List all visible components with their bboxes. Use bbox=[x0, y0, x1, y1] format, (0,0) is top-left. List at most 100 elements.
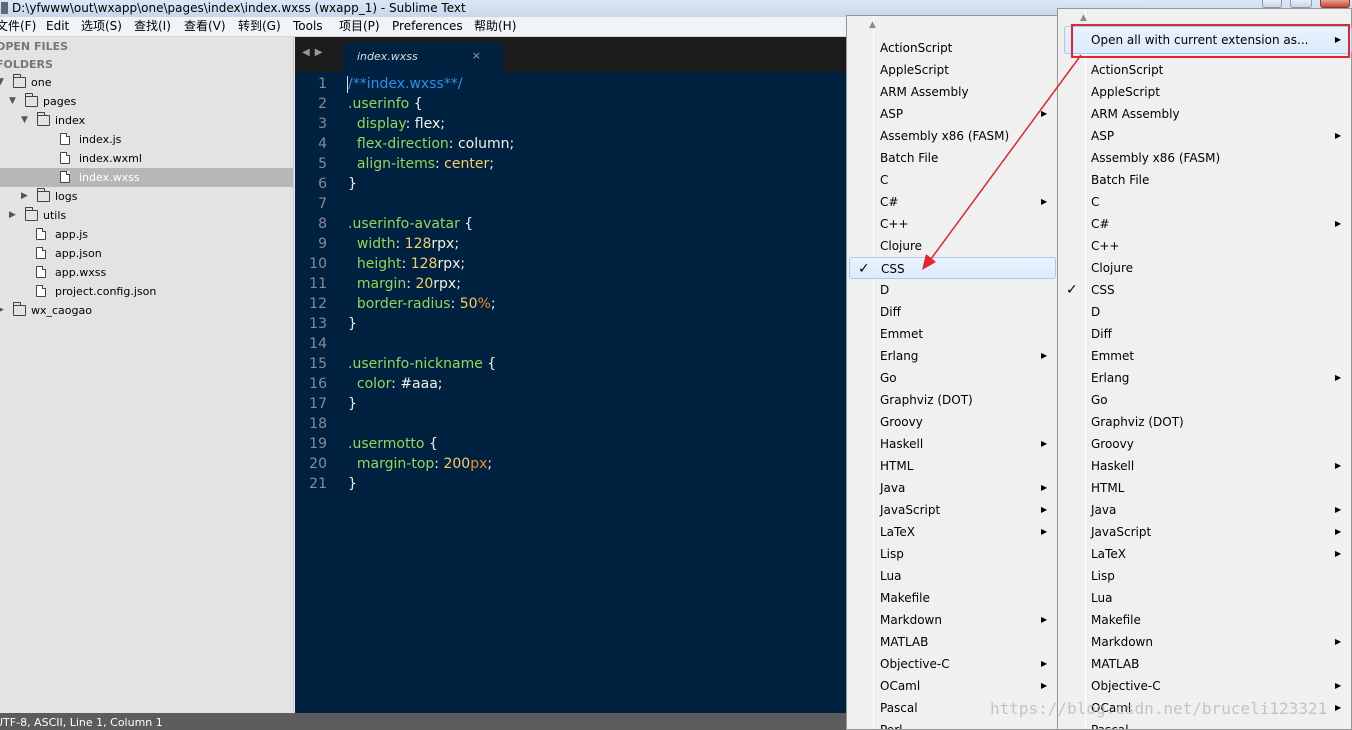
menu-item-html[interactable]: HTML bbox=[849, 455, 1056, 477]
menu-item-applescript[interactable]: AppleScript bbox=[849, 59, 1056, 81]
menu-item-diff[interactable]: Diff bbox=[849, 301, 1056, 323]
menu-item-asp[interactable]: ASP ▶ bbox=[1060, 125, 1349, 147]
menu-item-arm-assembly[interactable]: ARM Assembly bbox=[1060, 103, 1349, 125]
code-line[interactable]: margin-top: 200px; bbox=[348, 454, 492, 474]
menu-item-objective-c[interactable]: Objective-C ▶ bbox=[849, 653, 1056, 675]
collapse-arrow-icon[interactable]: ▶ bbox=[9, 206, 16, 225]
code-line[interactable]: .userinfo-nickname { bbox=[348, 354, 496, 374]
tab-nav-arrows-icon[interactable]: ◀▶ bbox=[302, 47, 327, 58]
collapse-arrow-icon[interactable]: ▶ bbox=[21, 187, 28, 206]
menu-item[interactable]: 转到(G) bbox=[238, 17, 281, 36]
menu-item-c[interactable]: C++ bbox=[1060, 235, 1349, 257]
menu-item-java[interactable]: Java ▶ bbox=[1060, 499, 1349, 521]
code-line[interactable]: .userinfo-avatar { bbox=[348, 214, 473, 234]
code-line[interactable]: border-radius: 50%; bbox=[348, 294, 496, 314]
code-line[interactable]: margin: 20rpx; bbox=[348, 274, 461, 294]
folder-item[interactable]: ▼ pages bbox=[0, 92, 293, 111]
menu-item-assembly-x86-fasm[interactable]: Assembly x86 (FASM) bbox=[1060, 147, 1349, 169]
menu-item-css[interactable]: ✓ CSS bbox=[849, 257, 1056, 279]
folder-item[interactable]: ▶ wx_caogao bbox=[0, 301, 293, 320]
expand-arrow-icon[interactable]: ▼ bbox=[9, 92, 16, 111]
folder-item[interactable]: ▼ one bbox=[0, 73, 293, 92]
menu-item[interactable]: 项目(P) bbox=[339, 17, 380, 36]
code-editor[interactable]: 1/**index.wxss**/2 .userinfo {3 display: … bbox=[295, 72, 847, 713]
menu-item-erlang[interactable]: Erlang ▶ bbox=[849, 345, 1056, 367]
menu-item-c[interactable]: C# ▶ bbox=[849, 191, 1056, 213]
menu-item-emmet[interactable]: Emmet bbox=[849, 323, 1056, 345]
file-item[interactable]: index.js bbox=[0, 130, 293, 149]
menu-item-lisp[interactable]: Lisp bbox=[1060, 565, 1349, 587]
code-line[interactable]: align-items: center; bbox=[348, 154, 494, 174]
file-item[interactable]: index.wxss bbox=[0, 168, 293, 187]
menu-item-c[interactable]: C# ▶ bbox=[1060, 213, 1349, 235]
menu-item-perl[interactable]: Perl bbox=[849, 719, 1056, 729]
menu-item-c[interactable]: C bbox=[849, 169, 1056, 191]
folder-item[interactable]: ▶ utils bbox=[0, 206, 293, 225]
menu-item-markdown[interactable]: Markdown ▶ bbox=[1060, 631, 1349, 653]
menu-item-go[interactable]: Go bbox=[1060, 389, 1349, 411]
code-line[interactable]: color: #aaa; bbox=[348, 374, 443, 394]
scroll-up-icon[interactable]: ▲ bbox=[1080, 13, 1087, 23]
menu-item-lisp[interactable]: Lisp bbox=[849, 543, 1056, 565]
collapse-arrow-icon[interactable]: ▶ bbox=[0, 301, 4, 320]
code-line[interactable]: /**index.wxss**/ bbox=[348, 74, 463, 94]
code-line[interactable]: display: flex; bbox=[348, 114, 445, 134]
menu-item-actionscript[interactable]: ActionScript bbox=[1060, 59, 1349, 81]
menu-item[interactable]: Edit bbox=[46, 17, 69, 36]
menu-item-html[interactable]: HTML bbox=[1060, 477, 1349, 499]
file-item[interactable]: app.json bbox=[0, 244, 293, 263]
code-line[interactable]: } bbox=[348, 394, 357, 414]
menu-item-groovy[interactable]: Groovy bbox=[1060, 433, 1349, 455]
menu-item-clojure[interactable]: Clojure bbox=[849, 235, 1056, 257]
menu-item-java[interactable]: Java ▶ bbox=[849, 477, 1056, 499]
menu-item[interactable]: 帮助(H) bbox=[474, 17, 516, 36]
expand-arrow-icon[interactable]: ▼ bbox=[21, 111, 28, 130]
menu-item-makefile[interactable]: Makefile bbox=[849, 587, 1056, 609]
menu-item-makefile[interactable]: Makefile bbox=[1060, 609, 1349, 631]
menu-item-css[interactable]: ✓ CSS bbox=[1060, 279, 1349, 301]
menu-item-graphviz-dot[interactable]: Graphviz (DOT) bbox=[849, 389, 1056, 411]
menu-item-c[interactable]: C++ bbox=[849, 213, 1056, 235]
code-line[interactable]: width: 128rpx; bbox=[348, 234, 459, 254]
scroll-up-icon[interactable]: ▲ bbox=[869, 20, 876, 30]
menu-item[interactable]: Tools bbox=[293, 17, 323, 36]
code-line[interactable]: } bbox=[348, 314, 357, 334]
menu-item-javascript[interactable]: JavaScript ▶ bbox=[1060, 521, 1349, 543]
menu-item-batch-file[interactable]: Batch File bbox=[1060, 169, 1349, 191]
menu-item-javascript[interactable]: JavaScript ▶ bbox=[849, 499, 1056, 521]
menu-item-applescript[interactable]: AppleScript bbox=[1060, 81, 1349, 103]
file-item[interactable]: index.wxml bbox=[0, 149, 293, 168]
menu-item-emmet[interactable]: Emmet bbox=[1060, 345, 1349, 367]
expand-arrow-icon[interactable]: ▼ bbox=[0, 73, 4, 92]
menu-item[interactable]: Preferences bbox=[392, 17, 463, 36]
file-item[interactable]: app.wxss bbox=[0, 263, 293, 282]
menu-item-erlang[interactable]: Erlang ▶ bbox=[1060, 367, 1349, 389]
code-line[interactable]: flex-direction: column; bbox=[348, 134, 514, 154]
menu-item[interactable]: 查看(V) bbox=[184, 17, 226, 36]
menu-item[interactable]: 选项(S) bbox=[81, 17, 122, 36]
menu-item-d[interactable]: D bbox=[849, 279, 1056, 301]
tab-close-icon[interactable]: × bbox=[472, 49, 481, 62]
menu-item-haskell[interactable]: Haskell ▶ bbox=[849, 433, 1056, 455]
maximize-button[interactable] bbox=[1290, 0, 1312, 8]
menu-item-go[interactable]: Go bbox=[849, 367, 1056, 389]
menu-item-objective-c[interactable]: Objective-C ▶ bbox=[1060, 675, 1349, 697]
menu-item-markdown[interactable]: Markdown ▶ bbox=[849, 609, 1056, 631]
menu-item-asp[interactable]: ASP ▶ bbox=[849, 103, 1056, 125]
menu-item-graphviz-dot[interactable]: Graphviz (DOT) bbox=[1060, 411, 1349, 433]
menu-item-matlab[interactable]: MATLAB bbox=[849, 631, 1056, 653]
menu-item-assembly-x86-fasm[interactable]: Assembly x86 (FASM) bbox=[849, 125, 1056, 147]
menu-item-actionscript[interactable]: ActionScript bbox=[849, 37, 1056, 59]
menu-item-lua[interactable]: Lua bbox=[1060, 587, 1349, 609]
menu-item-clojure[interactable]: Clojure bbox=[1060, 257, 1349, 279]
menu-item-diff[interactable]: Diff bbox=[1060, 323, 1349, 345]
menu-item-d[interactable]: D bbox=[1060, 301, 1349, 323]
menu-item-groovy[interactable]: Groovy bbox=[849, 411, 1056, 433]
menu-item-latex[interactable]: LaTeX ▶ bbox=[849, 521, 1056, 543]
minimize-button[interactable] bbox=[1262, 0, 1282, 8]
folder-item[interactable]: ▶ logs bbox=[0, 187, 293, 206]
folder-item[interactable]: ▼ index bbox=[0, 111, 293, 130]
code-line[interactable]: } bbox=[348, 474, 357, 494]
menu-item-arm-assembly[interactable]: ARM Assembly bbox=[849, 81, 1056, 103]
close-button[interactable] bbox=[1320, 0, 1350, 8]
